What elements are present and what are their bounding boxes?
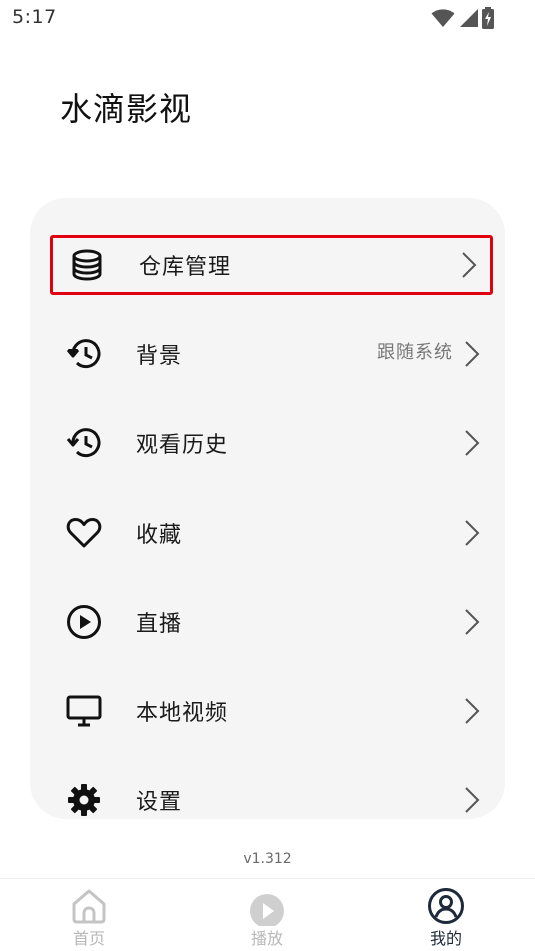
nav-item-play[interactable]: 播放 xyxy=(207,879,327,951)
nav-label: 播放 xyxy=(250,929,283,948)
nav-item-mine[interactable]: 我的 xyxy=(386,879,506,951)
menu-item-label: 直播 xyxy=(136,612,183,637)
chevron-right-icon xyxy=(462,252,477,278)
user-circle-icon xyxy=(428,888,464,924)
menu-item-repository-management[interactable]: 仓库管理 xyxy=(50,235,493,295)
version-label: v1.312 xyxy=(243,851,292,867)
nav-label: 我的 xyxy=(429,929,462,948)
database-icon xyxy=(69,247,105,283)
menu-item-value: 跟随系统 xyxy=(377,341,453,363)
chevron-right-icon xyxy=(465,430,480,456)
menu-item-label: 收藏 xyxy=(136,523,183,548)
menu-item-live[interactable]: 直播 xyxy=(50,592,493,652)
chevron-right-icon xyxy=(465,609,480,635)
chevron-right-icon xyxy=(465,787,480,813)
chevron-right-icon xyxy=(465,698,480,724)
menu-item-label: 仓库管理 xyxy=(139,255,232,280)
page-title: 水滴影视 xyxy=(60,90,193,128)
gear-icon xyxy=(66,782,102,818)
menu-item-watch-history[interactable]: 观看历史 xyxy=(50,413,493,473)
status-bar: 5:17 xyxy=(0,0,535,36)
menu-card: 仓库管理 背景 跟随系统 观看历史 收藏 直播 本地视频 设置 xyxy=(30,198,505,819)
play-circle-icon xyxy=(66,604,102,640)
home-icon xyxy=(72,889,106,924)
play-icon xyxy=(250,894,284,926)
menu-item-label: 本地视频 xyxy=(136,701,229,726)
signal-icon xyxy=(460,9,478,27)
history-icon xyxy=(66,336,102,372)
menu-item-label: 设置 xyxy=(136,790,183,815)
chevron-right-icon xyxy=(465,520,480,546)
app-screen: 5:17 水滴影视 仓库管理 背景 跟随系统 观看历史 收藏 直播 本地视频 设… xyxy=(0,0,535,951)
menu-item-label: 观看历史 xyxy=(136,433,229,458)
bottom-nav: 首页 播放 我的 xyxy=(0,878,535,951)
menu-item-settings[interactable]: 设置 xyxy=(50,770,493,819)
heart-icon xyxy=(66,515,102,551)
wifi-icon xyxy=(431,9,455,27)
battery-charging-icon xyxy=(482,7,494,29)
nav-label: 首页 xyxy=(72,929,105,948)
menu-item-local-video[interactable]: 本地视频 xyxy=(50,681,493,741)
status-icons xyxy=(431,7,495,29)
menu-item-background[interactable]: 背景 跟随系统 xyxy=(50,324,493,384)
menu-item-label: 背景 xyxy=(136,344,183,369)
monitor-icon xyxy=(66,693,102,729)
chevron-right-icon xyxy=(465,341,480,367)
status-time: 5:17 xyxy=(12,6,57,28)
nav-item-home[interactable]: 首页 xyxy=(29,879,149,951)
menu-item-favorites[interactable]: 收藏 xyxy=(50,503,493,563)
history-icon xyxy=(66,425,102,461)
